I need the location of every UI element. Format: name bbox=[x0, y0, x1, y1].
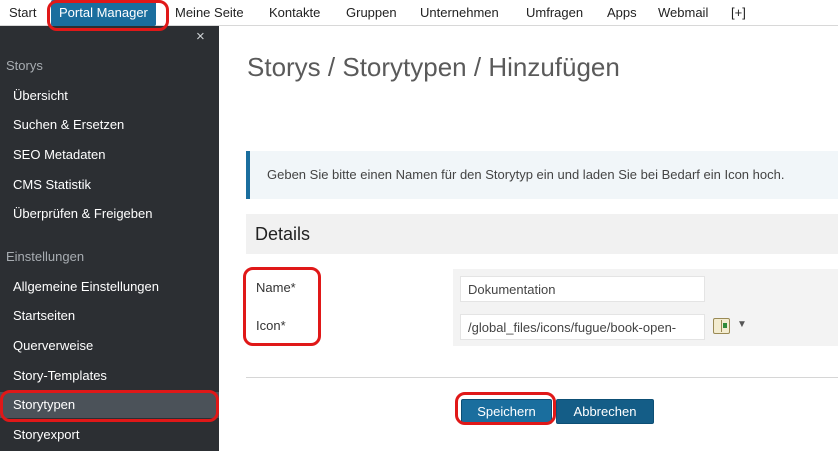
details-heading: Details bbox=[246, 214, 838, 254]
save-button[interactable]: Speichern bbox=[461, 399, 552, 424]
info-message: Geben Sie bitte einen Namen für den Stor… bbox=[246, 151, 838, 199]
icon-path-input[interactable] bbox=[460, 314, 705, 340]
cancel-button[interactable]: Abbrechen bbox=[556, 399, 654, 424]
sidebar-item-storyexport[interactable]: Storyexport bbox=[0, 422, 219, 448]
sidebar-item-ueberpruefen-freigeben[interactable]: Überprüfen & Freigeben bbox=[0, 201, 219, 227]
chevron-down-icon[interactable]: ▼ bbox=[737, 319, 747, 330]
topnav-kontakte[interactable]: Kontakte bbox=[269, 0, 320, 26]
sidebar-item-startseiten[interactable]: Startseiten bbox=[0, 303, 219, 329]
sidebar-item-seo-metadaten[interactable]: SEO Metadaten bbox=[0, 142, 219, 168]
annotation-form-labels bbox=[243, 267, 321, 346]
sidebar-section-einstellungen: Einstellungen bbox=[6, 249, 85, 264]
topnav-apps[interactable]: Apps bbox=[607, 0, 637, 26]
name-label: Name* bbox=[256, 280, 296, 295]
sidebar-item-uebersicht[interactable]: Übersicht bbox=[0, 83, 219, 109]
book-open-icon[interactable] bbox=[713, 318, 730, 334]
icon-label: Icon* bbox=[256, 318, 286, 333]
form-divider bbox=[246, 377, 838, 378]
topnav-unternehmen[interactable]: Unternehmen bbox=[420, 0, 499, 26]
sidebar-item-cms-statistik[interactable]: CMS Statistik bbox=[0, 172, 219, 198]
sidebar-section-storys: Storys bbox=[6, 58, 43, 73]
sidebar-item-storytypen[interactable]: Storytypen bbox=[0, 392, 219, 418]
topnav-more[interactable]: [+] bbox=[731, 0, 746, 26]
topnav-portal-manager[interactable]: Portal Manager bbox=[51, 0, 156, 26]
topnav-meine-seite[interactable]: Meine Seite bbox=[175, 0, 244, 26]
topnav-umfragen[interactable]: Umfragen bbox=[526, 0, 583, 26]
topnav-webmail[interactable]: Webmail bbox=[658, 0, 708, 26]
sidebar-item-allgemeine-einstellungen[interactable]: Allgemeine Einstellungen bbox=[0, 274, 219, 300]
topnav-start[interactable]: Start bbox=[9, 0, 36, 26]
sidebar-item-suchen-ersetzen[interactable]: Suchen & Ersetzen bbox=[0, 112, 219, 138]
page-title: Storys / Storytypen / Hinzufügen bbox=[247, 52, 620, 82]
topnav-gruppen[interactable]: Gruppen bbox=[346, 0, 397, 26]
top-navigation: Start Portal Manager Meine Seite Kontakt… bbox=[0, 0, 838, 26]
close-icon[interactable]: × bbox=[196, 29, 205, 45]
sidebar-item-story-templates[interactable]: Story-Templates bbox=[0, 363, 219, 389]
sidebar-item-querverweise[interactable]: Querverweise bbox=[0, 333, 219, 359]
name-input[interactable] bbox=[460, 276, 705, 302]
sidebar: × Storys Übersicht Suchen & Ersetzen SEO… bbox=[0, 26, 219, 451]
